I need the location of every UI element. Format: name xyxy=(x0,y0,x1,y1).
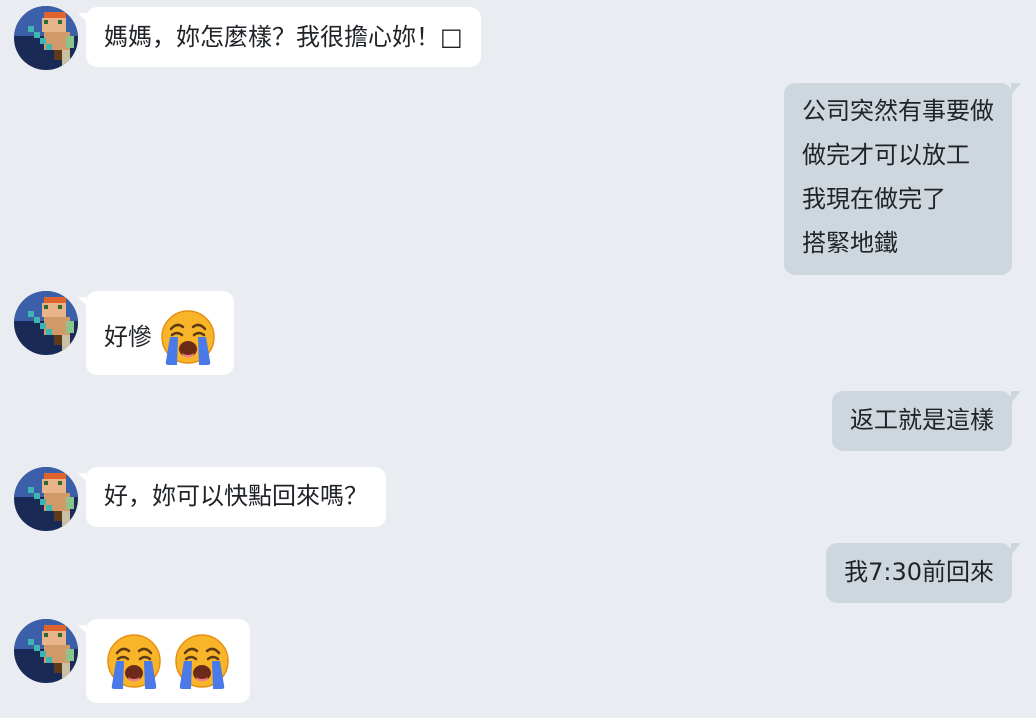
loudly-crying-face-icon xyxy=(174,633,229,689)
avatar-image xyxy=(14,6,78,70)
avatar-image xyxy=(14,619,78,683)
message-line: 公司突然有事要做 xyxy=(802,97,994,125)
outgoing-message[interactable]: 我7:30前回來 xyxy=(826,543,1021,603)
message-line: 做完才可以放工 xyxy=(802,141,970,169)
incoming-message[interactable]: 媽媽，妳怎麼樣？我很擔心妳！□ xyxy=(78,7,481,67)
message-text: 好，妳可以快點回來嗎？ xyxy=(104,482,368,510)
contact-avatar[interactable] xyxy=(14,467,78,531)
outgoing-message[interactable]: 返工就是這樣 xyxy=(832,391,1021,451)
loudly-crying-face-icon xyxy=(160,309,215,365)
message-text: 返工就是這樣 xyxy=(850,406,994,434)
message-text: 媽媽，妳怎麼樣？我很擔心妳！□ xyxy=(104,23,463,51)
avatar-image xyxy=(14,291,78,355)
incoming-message[interactable]: 好，妳可以快點回來嗎？ xyxy=(78,467,386,527)
outgoing-message[interactable]: 公司突然有事要做 做完才可以放工 我現在做完了 搭緊地鐵 xyxy=(784,83,1021,275)
message-text: 好慘 xyxy=(104,323,152,351)
incoming-message[interactable]: 好慘 xyxy=(78,291,234,375)
message-text: 我7:30前回來 xyxy=(844,558,994,586)
loudly-crying-face-icon xyxy=(106,633,162,689)
contact-avatar[interactable] xyxy=(14,291,78,355)
message-line: 搭緊地鐵 xyxy=(802,229,898,257)
contact-avatar[interactable] xyxy=(14,6,78,70)
avatar-image xyxy=(14,467,78,531)
contact-avatar[interactable] xyxy=(14,619,78,683)
message-line: 我現在做完了 xyxy=(802,185,946,213)
incoming-message[interactable] xyxy=(78,619,250,703)
